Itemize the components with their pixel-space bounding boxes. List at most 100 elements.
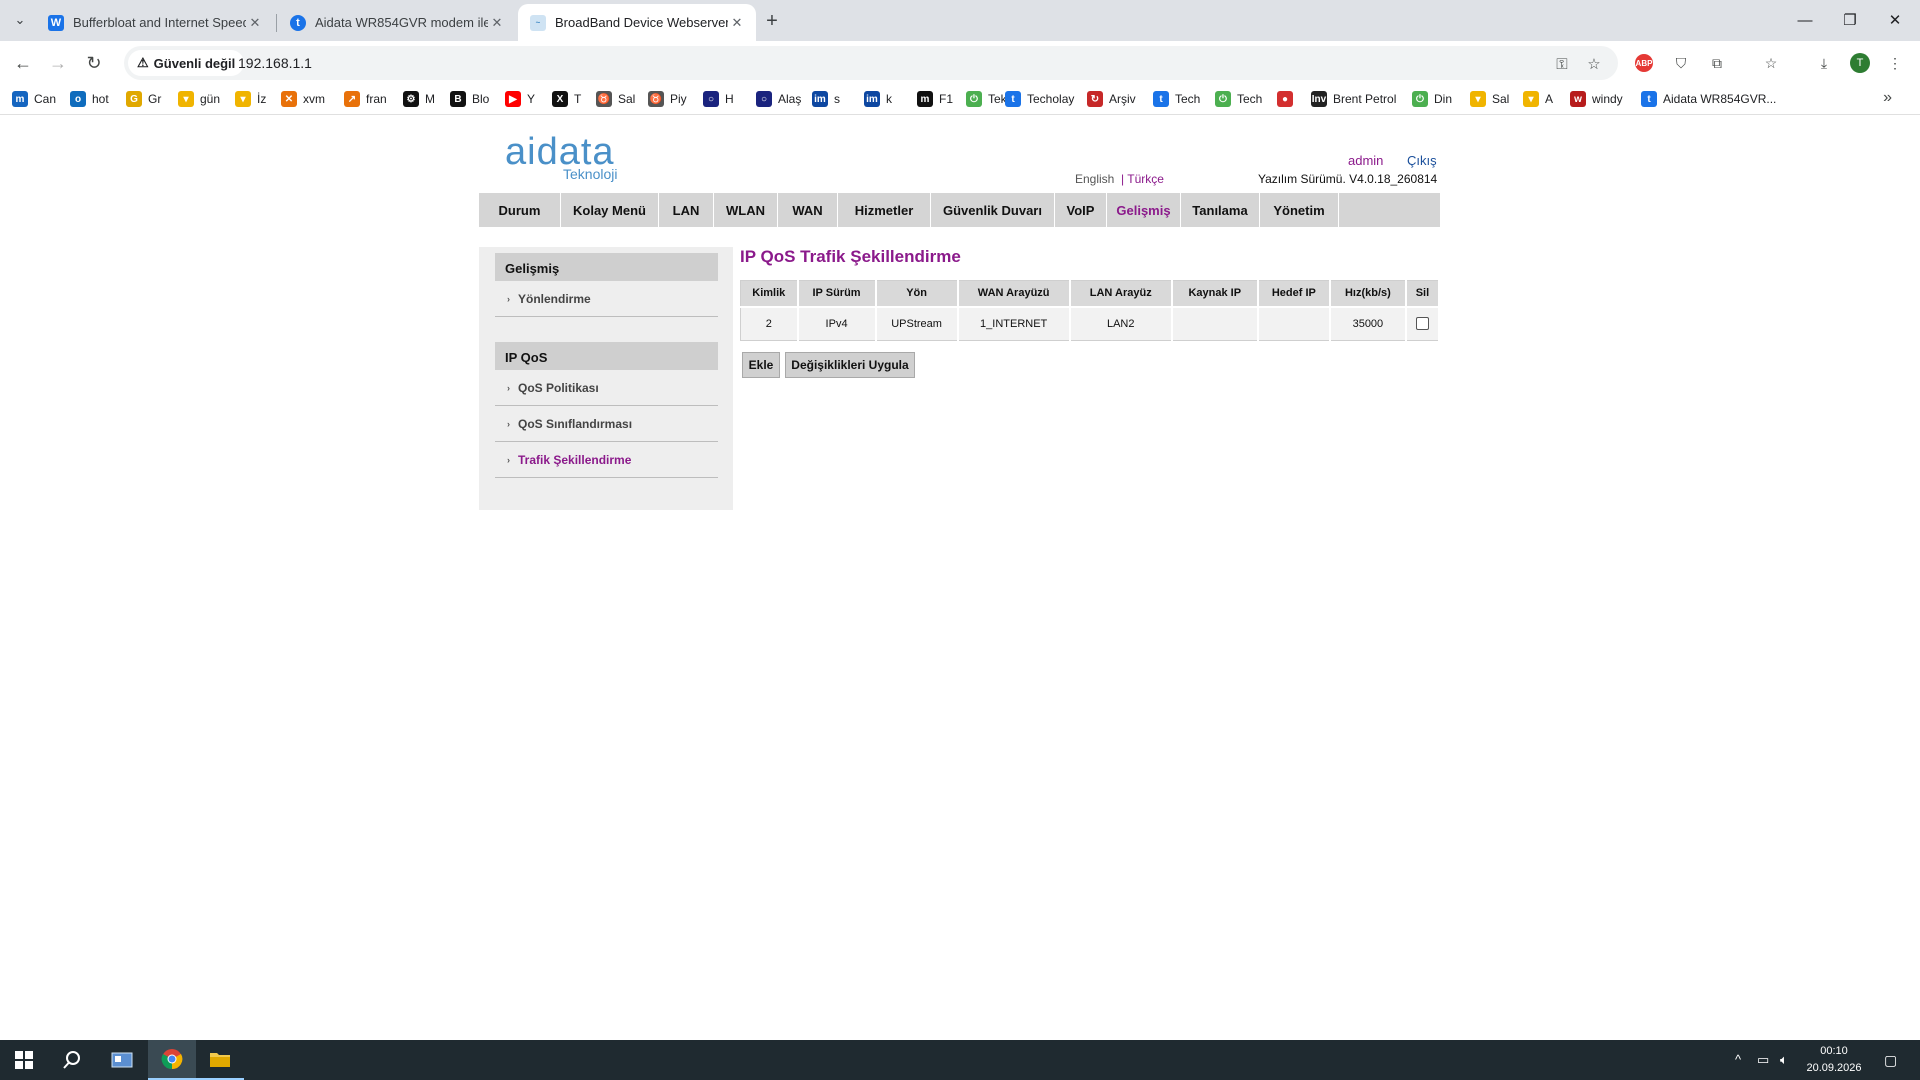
add-button[interactable]: Ekle [742,352,780,378]
cell-wan-arayuzu: 1_INTERNET [957,305,1071,341]
bookmark-item[interactable]: ▾ A [1523,89,1553,109]
side-item-label: QoS Sınıflandırması [518,416,633,431]
bookmark-item[interactable]: ▾ İz [235,89,266,109]
bookmark-item[interactable]: ▶ Y [505,89,535,109]
notifications-icon[interactable]: ▢ [1884,1052,1897,1069]
bookmark-label: Brent Petrol [1333,92,1397,106]
bookmark-item[interactable]: Inv Brent Petrol [1311,89,1396,109]
side-item-qos-siniflandirmasi[interactable]: › QoS Sınıflandırması [495,406,718,442]
bookmark-item[interactable]: im s [812,89,840,109]
lang-english-link[interactable]: English [1075,172,1114,186]
minimize-button[interactable]: — [1785,6,1825,34]
bookmark-item[interactable]: ○ Alaş [756,89,801,109]
bookmark-item[interactable]: t Aidata WR854GVR... [1641,89,1776,109]
bookmark-item[interactable]: ♉ Piy [648,89,687,109]
bookmark-item[interactable]: ↻ Arşiv [1087,89,1136,109]
close-icon[interactable]: ✕ [488,15,506,31]
bookmark-item[interactable]: t Techolay [1005,89,1074,109]
side-item-qos-politikasi[interactable]: › QoS Politikası [495,370,718,406]
search-icon[interactable] [48,1040,96,1080]
bookmark-item[interactable]: B Blo [450,89,489,109]
network-icon[interactable]: ▭ [1757,1052,1769,1068]
adblock-icon[interactable]: ABP [1635,54,1653,72]
menu-durum[interactable]: Durum [479,193,561,227]
bookmarks-overflow-icon[interactable]: » [1883,89,1892,107]
bookmark-item[interactable]: m F1 [917,89,953,109]
bookmark-item[interactable]: XT [552,89,581,109]
menu-hizmetler[interactable]: Hizmetler [838,193,931,227]
file-explorer-icon[interactable] [196,1040,244,1080]
bookmark-item[interactable]: ⏻ Din [1412,89,1452,109]
bookmark-label: Tech [1237,92,1263,106]
bookmark-item[interactable]: ⏻ Tech [1215,89,1262,109]
menu-tanilama[interactable]: Tanılama [1181,193,1260,227]
bookmark-item[interactable]: ⏻ Tek [966,89,1007,109]
side-item-yonlendirme[interactable]: › Yönlendirme [495,281,718,317]
password-key-icon[interactable]: ⚿ [1551,53,1573,75]
col-sil: Sil [1405,280,1441,307]
url-text[interactable]: 192.168.1.1 [238,55,312,71]
bookmark-item[interactable]: w windy [1570,89,1623,109]
taskbar-clock[interactable]: 00:10 20.09.2026 [1800,1043,1868,1077]
chrome-taskbar-icon[interactable] [148,1040,196,1080]
reading-list-icon[interactable]: ☆ [1760,52,1782,74]
bookmark-item[interactable]: im k [864,89,892,109]
menu-guvenlik-duvari[interactable]: Güvenlik Duvarı [931,193,1055,227]
bookmark-item[interactable]: ♉ Sal [596,89,635,109]
col-wan-arayuzu: WAN Arayüzü [957,280,1071,307]
menu-yonetim[interactable]: Yönetim [1260,193,1339,227]
tab-broadband-webserver[interactable]: ~ BroadBand Device Webserver ✕ [518,4,756,41]
bookmark-item[interactable]: ● [1277,89,1299,109]
new-tab-button[interactable]: + [758,8,786,34]
menu-lan[interactable]: LAN [659,193,714,227]
extensions-puzzle-icon[interactable]: ⧉ [1706,52,1728,74]
bookmark-item[interactable]: ✕ xvm [281,89,325,109]
reload-button[interactable]: ↻ [81,50,107,76]
start-windows-icon[interactable] [0,1040,48,1080]
bookmark-item[interactable]: t Tech [1153,89,1200,109]
arsiv-icon: ↻ [1087,91,1103,107]
back-button[interactable]: ← [10,50,36,76]
close-icon[interactable]: ✕ [246,15,264,31]
task-view-icon[interactable] [98,1040,146,1080]
download-icon[interactable]: ⤓ [1813,52,1835,74]
close-window-button[interactable]: ✕ [1875,6,1915,34]
menu-kebab-icon[interactable]: ⋮ [1884,52,1906,74]
address-bar[interactable]: ⚠ Güvenli değil 192.168.1.1 ⚿ ☆ [124,46,1618,80]
menu-wlan[interactable]: WLAN [714,193,778,227]
bookmark-item[interactable]: G Gr [126,89,161,109]
tab-search-button[interactable]: ⌄ [8,8,32,32]
col-kaynak-ip: Kaynak IP [1171,280,1259,307]
shield-icon[interactable]: ⛉ [1670,52,1692,74]
security-chip[interactable]: ⚠ Güvenli değil [128,50,245,76]
forward-button[interactable]: → [45,50,71,76]
techolay-t-icon: t [1005,91,1021,107]
menu-kolay-menu[interactable]: Kolay Menü [561,193,659,227]
bookmark-item[interactable]: ▾ gün [178,89,220,109]
close-icon[interactable]: ✕ [728,15,746,31]
restore-button[interactable]: ❐ [1830,6,1870,34]
delete-checkbox[interactable] [1415,317,1429,331]
lang-turkish-link[interactable]: Türkçe [1127,172,1164,186]
bookmark-star-icon[interactable]: ☆ [1583,53,1605,75]
logout-link[interactable]: Çıkış [1407,153,1437,168]
tray-chevron-up-icon[interactable]: ^ [1735,1052,1741,1067]
bookmark-item[interactable]: ▾ Sal [1470,89,1509,109]
menu-voip[interactable]: VoIP [1055,193,1107,227]
menu-gelismis[interactable]: Gelişmiş [1107,193,1181,227]
profile-avatar[interactable]: T [1850,53,1870,73]
tab-aidata-modem[interactable]: t Aidata WR854GVR modem ile t ✕ [278,4,516,41]
close-icon: ✕ [1888,12,1902,29]
bookmark-item[interactable]: o hot [70,89,109,109]
bookmark-item[interactable]: ↗ fran [344,89,387,109]
apply-changes-button[interactable]: Değişiklikleri Uygula [785,352,915,378]
bookmark-item[interactable]: ○ H [703,89,734,109]
cell-kimlik: 2 [740,305,799,341]
volume-icon[interactable]: 🔈︎ [1780,1052,1788,1068]
bookmark-item[interactable]: ⚙ M [403,89,435,109]
menu-wan[interactable]: WAN [778,193,838,227]
bookmark-item[interactable]: m Can [12,89,56,109]
techolay-t-icon: t [290,14,306,31]
tab-bufferbloat[interactable]: W Bufferbloat and Internet Speed ✕ [36,4,274,41]
side-item-trafik-sekillendirme[interactable]: › Trafik Şekillendirme [495,442,718,478]
